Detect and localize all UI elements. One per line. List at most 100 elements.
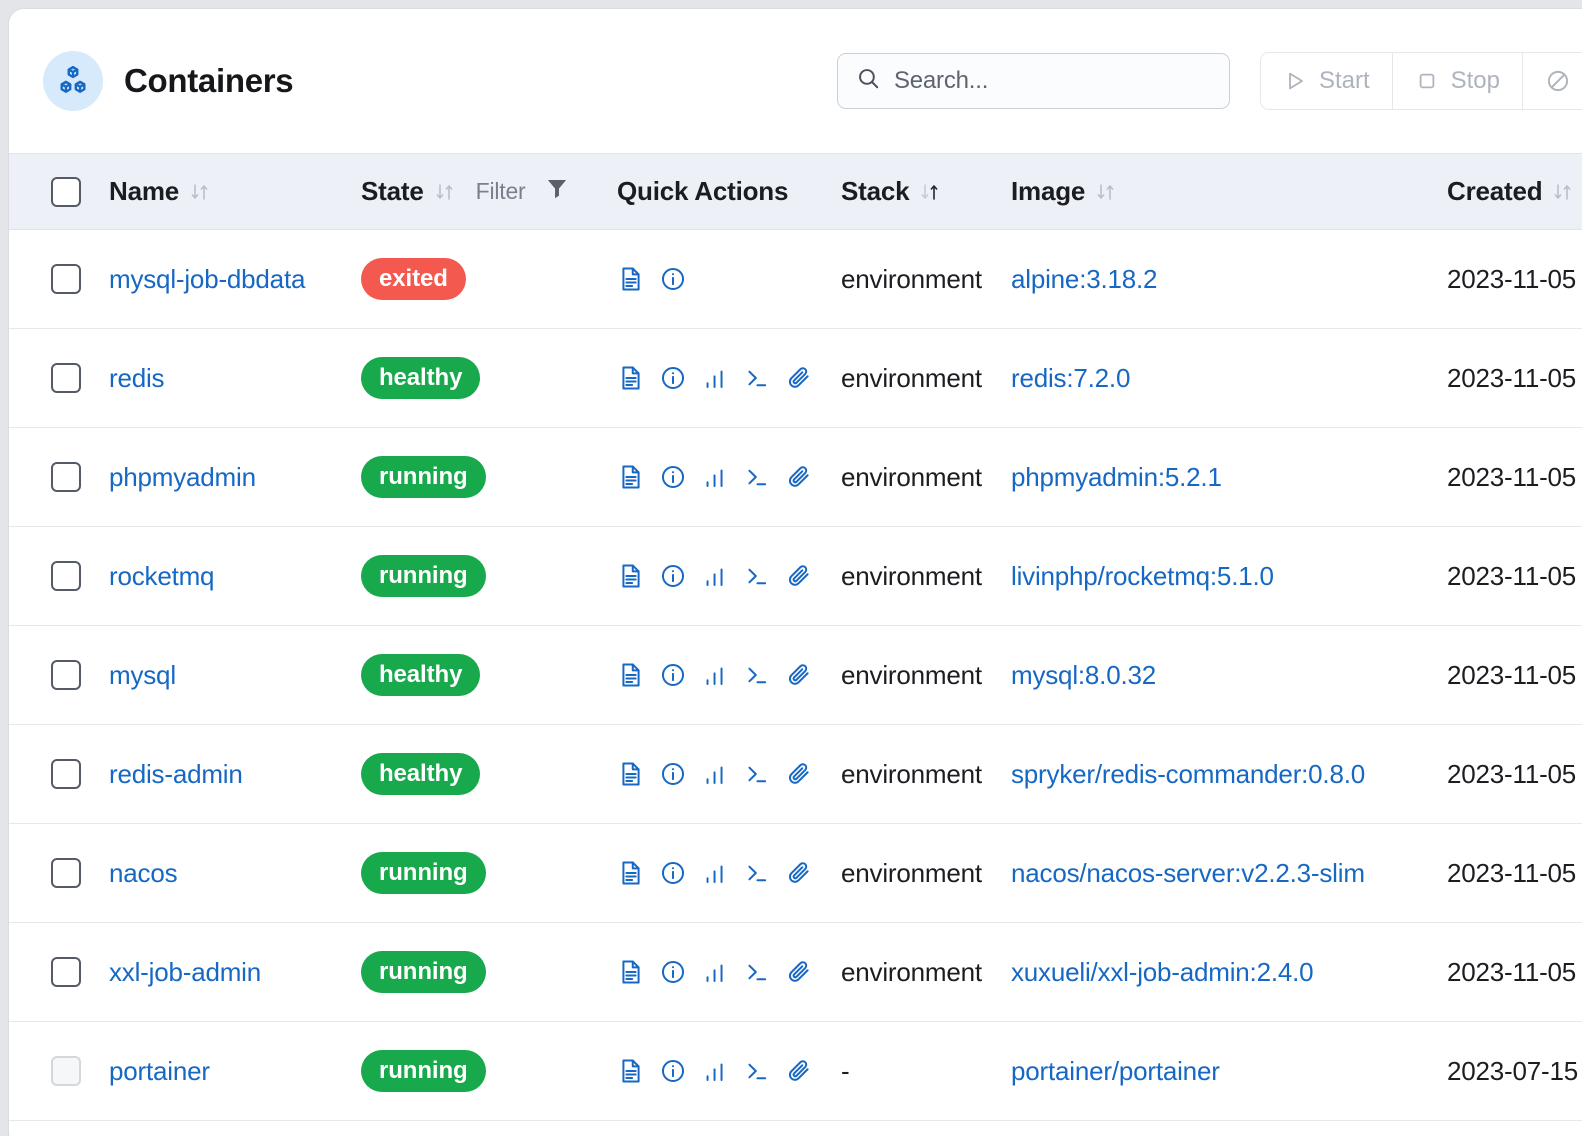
console-icon[interactable] <box>743 958 771 986</box>
stats-icon[interactable] <box>701 760 729 788</box>
info-icon[interactable] <box>659 760 687 788</box>
image-link[interactable]: portainer/portainer <box>1011 1056 1220 1086</box>
info-icon[interactable] <box>659 265 687 293</box>
row-checkbox[interactable] <box>51 462 81 492</box>
logs-icon[interactable] <box>617 265 645 293</box>
image-link[interactable]: redis:7.2.0 <box>1011 363 1130 393</box>
container-name-link[interactable]: redis <box>109 363 165 393</box>
table-row[interactable]: xxl-job-admin running environment xuxueli/x… <box>9 922 1582 1022</box>
image-link[interactable]: alpine:3.18.2 <box>1011 264 1158 294</box>
info-icon[interactable] <box>659 562 687 590</box>
container-name-link[interactable]: mysql-job-dbdata <box>109 264 305 294</box>
container-name-link[interactable]: mysql <box>109 660 176 690</box>
table-row[interactable]: phpmyadmin running environment phpmyadmin:5… <box>9 427 1582 527</box>
stats-icon[interactable] <box>701 562 729 590</box>
attach-icon[interactable] <box>785 1057 813 1085</box>
console-icon[interactable] <box>743 760 771 788</box>
column-name[interactable]: Name <box>109 153 359 230</box>
sort-icon-stack-asc[interactable] <box>919 180 941 204</box>
created-cell: 2023-11-05 <box>1431 427 1582 527</box>
console-icon[interactable] <box>743 1057 771 1085</box>
console-icon[interactable] <box>743 661 771 689</box>
container-name-cell: nacos <box>109 823 359 923</box>
image-link[interactable]: mysql:8.0.32 <box>1011 660 1156 690</box>
container-name-link[interactable]: rocketmq <box>109 561 215 591</box>
stats-icon[interactable] <box>701 463 729 491</box>
container-name-link[interactable]: redis-admin <box>109 759 243 789</box>
table-row[interactable]: mysql healthy environment mysql:8.0.32 2023-… <box>9 625 1582 725</box>
column-stack[interactable]: Stack <box>827 153 1011 230</box>
image-link[interactable]: livinphp/rocketmq:5.1.0 <box>1011 561 1274 591</box>
stats-icon[interactable] <box>701 661 729 689</box>
table-row[interactable]: portainer running - portainer/portainer 2023… <box>9 1021 1582 1121</box>
select-all-checkbox[interactable] <box>51 176 81 207</box>
row-checkbox[interactable] <box>51 264 81 294</box>
attach-icon[interactable] <box>785 661 813 689</box>
container-name-link[interactable]: phpmyadmin <box>109 462 256 492</box>
row-checkbox[interactable] <box>51 858 81 888</box>
logs-icon[interactable] <box>617 463 645 491</box>
attach-icon[interactable] <box>785 562 813 590</box>
info-icon[interactable] <box>659 364 687 392</box>
container-name-link[interactable]: portainer <box>109 1056 210 1086</box>
console-icon[interactable] <box>743 463 771 491</box>
table-row[interactable]: nacos running environment nacos/nacos-serve… <box>9 823 1582 923</box>
logs-icon[interactable] <box>617 760 645 788</box>
kill-button[interactable] <box>1523 53 1582 109</box>
container-name-link[interactable]: nacos <box>109 858 178 888</box>
state-filter-label[interactable]: Filter <box>476 178 526 205</box>
row-select-cell <box>9 526 109 626</box>
console-icon[interactable] <box>743 364 771 392</box>
info-icon[interactable] <box>659 958 687 986</box>
container-state-cell: running <box>359 427 615 527</box>
logs-icon[interactable] <box>617 562 645 590</box>
container-name-link[interactable]: xxl-job-admin <box>109 957 261 987</box>
table-row[interactable]: mysql-job-dbdata exited environment alpine:… <box>9 229 1582 329</box>
row-checkbox[interactable] <box>51 363 81 393</box>
sort-icon-name[interactable] <box>189 180 211 204</box>
logs-icon[interactable] <box>617 364 645 392</box>
sort-icon-image[interactable] <box>1095 180 1117 204</box>
attach-icon[interactable] <box>785 958 813 986</box>
stats-icon[interactable] <box>701 859 729 887</box>
column-state[interactable]: State Filter <box>359 153 615 230</box>
column-image[interactable]: Image <box>1011 153 1431 230</box>
funnel-icon[interactable] <box>544 175 570 208</box>
search-input[interactable]: Search... <box>836 53 1230 109</box>
row-checkbox[interactable] <box>51 561 81 591</box>
table-row[interactable]: rocketmq running environment livinphp/rocke… <box>9 526 1582 626</box>
info-icon[interactable] <box>659 463 687 491</box>
attach-icon[interactable] <box>785 859 813 887</box>
image-link[interactable]: phpmyadmin:5.2.1 <box>1011 462 1222 492</box>
column-created[interactable]: Created <box>1431 153 1582 230</box>
info-icon[interactable] <box>659 1057 687 1085</box>
stack-cell: environment <box>827 526 1011 626</box>
logs-icon[interactable] <box>617 1057 645 1085</box>
attach-icon[interactable] <box>785 364 813 392</box>
image-link[interactable]: nacos/nacos-server:v2.2.3-slim <box>1011 858 1365 888</box>
image-cell: spryker/redis-commander:0.8.0 <box>1011 724 1431 824</box>
info-icon[interactable] <box>659 661 687 689</box>
start-button[interactable]: Start <box>1260 53 1393 109</box>
logs-icon[interactable] <box>617 661 645 689</box>
stats-icon[interactable] <box>701 1057 729 1085</box>
row-checkbox[interactable] <box>51 759 81 789</box>
stop-button[interactable]: Stop <box>1392 53 1523 109</box>
console-icon[interactable] <box>743 859 771 887</box>
logs-icon[interactable] <box>617 859 645 887</box>
table-row[interactable]: redis healthy environment redis:7.2.0 2023-1… <box>9 328 1582 428</box>
attach-icon[interactable] <box>785 760 813 788</box>
stats-icon[interactable] <box>701 364 729 392</box>
logs-icon[interactable] <box>617 958 645 986</box>
console-icon[interactable] <box>743 562 771 590</box>
row-checkbox[interactable] <box>51 660 81 690</box>
sort-icon-state[interactable] <box>434 180 456 204</box>
stats-icon[interactable] <box>701 958 729 986</box>
attach-icon[interactable] <box>785 463 813 491</box>
info-icon[interactable] <box>659 859 687 887</box>
sort-icon-created[interactable] <box>1552 180 1574 204</box>
image-link[interactable]: xuxueli/xxl-job-admin:2.4.0 <box>1011 957 1314 987</box>
table-row[interactable]: redis-admin healthy environment spryker/red… <box>9 724 1582 824</box>
image-link[interactable]: spryker/redis-commander:0.8.0 <box>1011 759 1365 789</box>
row-checkbox[interactable] <box>51 957 81 987</box>
